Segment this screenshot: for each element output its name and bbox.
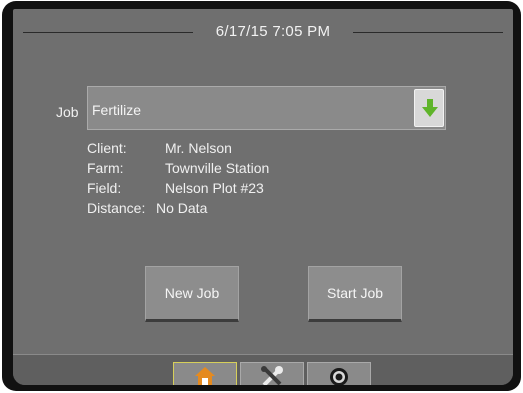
screen: 6/17/15 7:05 PM Job Fertilize Client: Mr… [13,9,513,385]
client-row: Client: Mr. Nelson [87,140,232,156]
title-divider-right [353,32,503,33]
datetime-display: 6/17/15 7:05 PM [215,23,331,40]
title-divider-left [23,32,193,33]
job-select-value: Fertilize [92,102,142,118]
field-row: Field: Nelson Plot #23 [87,180,264,196]
farm-row: Farm: Townville Station [87,160,269,176]
tab-camera[interactable] [307,362,371,385]
bottom-nav-bar [13,354,513,385]
farm-label: Farm: [87,160,124,176]
home-icon [195,367,215,385]
job-label: Job [56,104,79,120]
tools-icon [261,366,283,385]
field-label: Field: [87,180,122,196]
distance-row: Distance: No Data [87,200,207,216]
start-job-button[interactable]: Start Job [308,266,402,322]
client-value: Mr. Nelson [165,140,232,156]
field-value: Nelson Plot #23 [165,180,264,196]
job-select[interactable]: Fertilize [87,86,446,130]
title-bar: 6/17/15 7:05 PM [13,9,513,55]
job-dropdown-button[interactable] [414,89,444,127]
distance-value: No Data [156,200,208,216]
tab-home[interactable] [173,362,237,385]
client-label: Client: [87,140,127,156]
green-down-arrow-icon [422,99,438,117]
tab-tools[interactable] [240,362,304,385]
new-job-button[interactable]: New Job [145,266,239,322]
device-bezel: 6/17/15 7:05 PM Job Fertilize Client: Mr… [2,1,521,391]
farm-value: Townville Station [165,160,270,176]
distance-label: Distance: [87,200,146,216]
camera-icon [330,368,348,385]
